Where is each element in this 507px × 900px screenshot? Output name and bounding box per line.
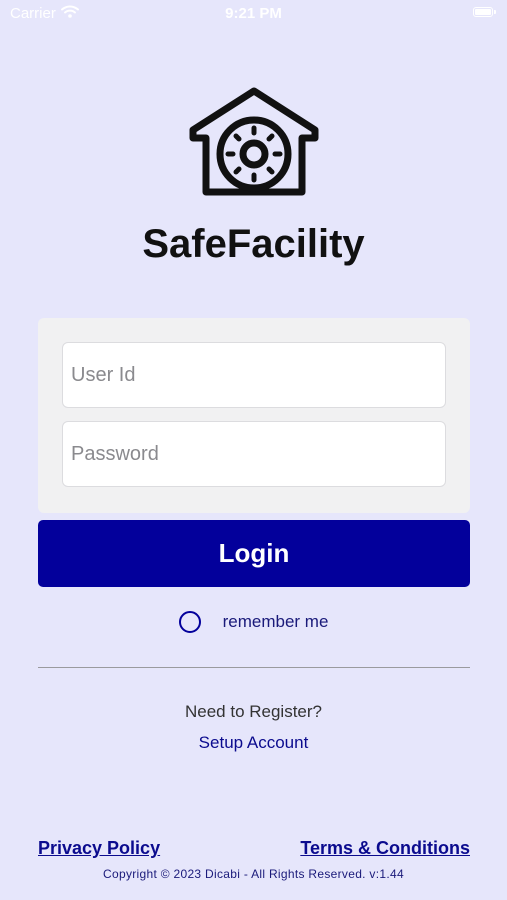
battery-icon [473,7,496,17]
house-gear-icon [188,86,320,198]
remember-me-label[interactable]: remember me [223,612,329,632]
copyright-text: Copyright © 2023 Dicabi - All Rights Res… [103,867,404,881]
register-prompt: Need to Register? [184,702,323,721]
remember-me-radio[interactable] [178,611,201,633]
user-id-input[interactable] [62,342,446,408]
status-bar: Carrier 9:21 PM [0,0,507,28]
terms-conditions-link[interactable]: Terms & Conditions [300,838,470,859]
app-title: SafeFacility [142,222,365,266]
setup-account-link[interactable]: Setup Account [0,733,507,753]
divider [38,667,470,668]
password-input[interactable] [62,421,446,487]
login-button[interactable]: Login [38,520,470,587]
login-card [38,318,470,513]
status-time: 9:21 PM [225,5,282,22]
remember-me-row[interactable]: remember me [0,608,507,636]
privacy-policy-link[interactable]: Privacy Policy [38,838,160,859]
